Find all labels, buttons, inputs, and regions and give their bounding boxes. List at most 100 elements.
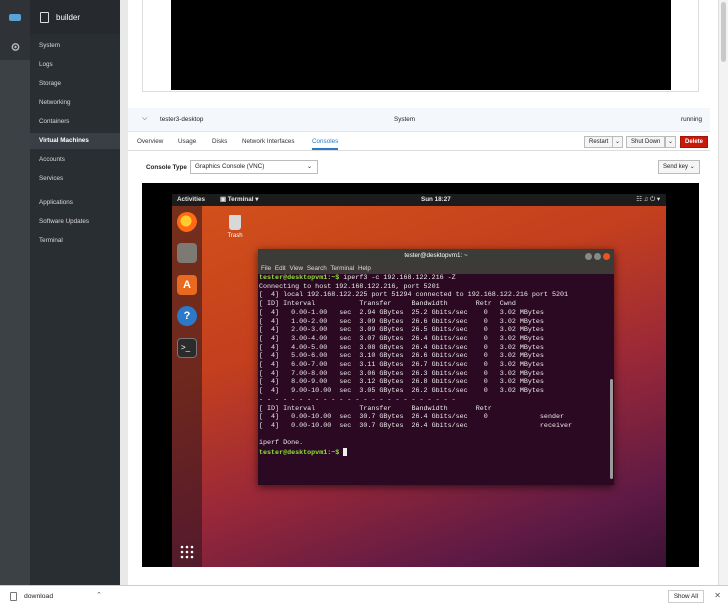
terminal-scrollbar[interactable]	[610, 379, 613, 479]
sidebar-item-containers[interactable]: Containers	[30, 114, 120, 130]
tab-disks[interactable]: Disks	[212, 138, 227, 145]
sidebar: System Logs Storage Networking Container…	[30, 34, 120, 585]
menu-edit[interactable]: Edit	[275, 265, 286, 272]
content-gutter	[120, 0, 128, 585]
guest-clock[interactable]: Sun 18:27	[421, 196, 451, 203]
hosts-button[interactable]	[0, 34, 30, 60]
terminal-cursor	[343, 448, 348, 457]
menu-file[interactable]: File	[261, 265, 271, 272]
file-icon	[10, 592, 17, 601]
chevron-down-icon[interactable]: ⌵	[142, 115, 147, 123]
dashboard-button[interactable]	[0, 0, 30, 34]
download-bar: download ⌃ Show All ✕	[0, 585, 728, 607]
terminal-title: tester@desktopvm1: ~	[404, 252, 468, 259]
console-type-value: Graphics Console (VNC)	[195, 163, 265, 170]
terminal-line: [ 4] 4.00-5.00 sec 3.08 GBytes 26.4 Gbit…	[259, 343, 544, 352]
shutdown-button[interactable]: Shut Down	[626, 136, 666, 148]
download-filename[interactable]: download	[24, 593, 53, 600]
terminal-line: [ 4] 6.00-7.00 sec 3.11 GBytes 26.7 Gbit…	[259, 361, 544, 370]
send-key-label: Send key	[663, 164, 689, 170]
close-icon[interactable]: ✕	[714, 591, 721, 600]
sidebar-item-storage[interactable]: Storage	[30, 76, 120, 92]
sidebar-item-system[interactable]: System	[30, 38, 120, 54]
terminal-output[interactable]: tester@desktopvm1:~$ iperf3 -c 192.168.1…	[258, 274, 614, 458]
tab-overview[interactable]: Overview	[137, 138, 163, 145]
terminal-line: [ 4] 5.00-6.00 sec 3.10 GBytes 26.6 Gbit…	[259, 352, 544, 361]
host-name: builder	[56, 12, 81, 22]
tab-network-interfaces[interactable]: Network Interfaces	[242, 138, 295, 145]
sidebar-item-networking[interactable]: Networking	[30, 95, 120, 111]
shutdown-dropdown-button[interactable]: ⌄	[665, 136, 677, 148]
console-type-select[interactable]: Graphics Console (VNC) ⌄	[190, 160, 318, 174]
terminal-command: iperf3 -c 192.168.122.216 -Z	[339, 274, 456, 282]
send-key-button[interactable]: Send key ⌄	[658, 160, 700, 174]
sidebar-item-applications[interactable]: Applications	[30, 195, 120, 211]
terminal-line: [ 4] local 192.168.122.225 port 51294 co…	[259, 291, 569, 300]
terminal-line: [ ID] Interval Transfer Bandwidth Retr C…	[259, 300, 516, 309]
scrollbar-thumb[interactable]	[721, 2, 726, 62]
sidebar-item-accounts[interactable]: Accounts	[30, 152, 120, 168]
sidebar-item-terminal[interactable]: Terminal	[30, 233, 120, 249]
console-type-label: Console Type	[146, 164, 187, 171]
menu-view[interactable]: View	[290, 265, 304, 272]
terminal-app-menu[interactable]: ▣ Terminal ▾	[220, 196, 258, 203]
terminal-prompt: tester@desktopvm1:~$	[259, 448, 340, 457]
terminal-window[interactable]: tester@desktopvm1: ~ File Edit View Sear…	[258, 249, 614, 485]
terminal-line: [ ID] Interval Transfer Bandwidth Retr	[259, 404, 492, 413]
menu-help[interactable]: Help	[358, 265, 371, 272]
help-icon[interactable]: ?	[177, 306, 197, 326]
system-menu[interactable]: ☷ ♫ ⏻ ▾	[636, 196, 660, 204]
terminal-titlebar[interactable]: tester@desktopvm1: ~	[258, 249, 614, 263]
terminal-line: Connecting to host 192.168.122.216, port…	[259, 282, 440, 291]
activities-button[interactable]: Activities	[177, 196, 205, 203]
terminal-line: iperf Done.	[259, 439, 304, 448]
sidebar-item-software-updates[interactable]: Software Updates	[30, 214, 120, 230]
terminal-line: [ 4] 2.00-3.00 sec 3.09 GBytes 26.5 Gbit…	[259, 326, 544, 335]
firefox-icon[interactable]	[177, 212, 197, 232]
terminal-line: [ 4] 7.00-8.00 sec 3.06 GBytes 26.3 Gbit…	[259, 369, 544, 378]
previous-vm-card	[142, 0, 699, 92]
menu-terminal[interactable]: Terminal	[330, 265, 354, 272]
guest-dock: A ? >_	[172, 206, 202, 567]
app-menu-label: Terminal	[227, 196, 254, 203]
tab-usage[interactable]: Usage	[178, 138, 196, 145]
menu-search[interactable]: Search	[307, 265, 327, 272]
show-applications-icon[interactable]	[179, 544, 195, 560]
software-center-icon[interactable]: A	[177, 275, 197, 295]
chevron-up-icon[interactable]: ⌃	[96, 591, 102, 599]
app-window: builder System Logs Storage Networking C…	[0, 0, 728, 607]
maximize-icon[interactable]	[594, 253, 601, 260]
sidebar-item-virtual-machines[interactable]: Virtual Machines	[30, 133, 120, 149]
trash-icon	[229, 215, 241, 230]
restart-dropdown-button[interactable]: ⌄	[612, 136, 624, 148]
trash-label: Trash	[227, 233, 243, 239]
restart-button[interactable]: Restart	[584, 136, 614, 148]
show-all-button[interactable]: Show All	[667, 590, 704, 603]
terminal-menubar: File Edit View Search Terminal Help	[258, 263, 614, 274]
terminal-line: [ 4] 3.00-4.00 sec 3.07 GBytes 26.4 Gbit…	[259, 334, 544, 343]
minimize-icon[interactable]	[585, 253, 592, 260]
page-scrollbar[interactable]	[718, 0, 728, 585]
sidebar-item-logs[interactable]: Logs	[30, 57, 120, 73]
terminal-line: [ 4] 0.00-10.00 sec 30.7 GBytes 26.4 Gbi…	[259, 421, 573, 430]
terminal-line: - - - - - - - - - - - - - - - - - - - - …	[259, 395, 456, 404]
trash-desktop-icon[interactable]: Trash	[224, 215, 246, 249]
host-header[interactable]: builder	[30, 0, 120, 34]
terminal-line: [ 4] 1.00-2.00 sec 3.09 GBytes 26.6 Gbit…	[259, 317, 544, 326]
terminal-line: [ 4] 8.00-9.00 sec 3.12 GBytes 26.8 Gbit…	[259, 378, 544, 387]
server-icon	[40, 11, 49, 23]
close-icon[interactable]	[603, 253, 610, 260]
terminal-icon[interactable]: >_	[177, 338, 197, 358]
terminal-line: [ 4] 9.00-10.00 sec 3.05 GBytes 26.2 Gbi…	[259, 387, 544, 396]
dashboard-icon	[9, 13, 21, 21]
host-icon-column	[0, 34, 30, 585]
previous-vm-console[interactable]	[171, 0, 671, 90]
chevron-down-icon: ⌄	[306, 163, 312, 170]
tab-consoles[interactable]: Consoles	[312, 138, 339, 150]
guest-top-bar: Activities ▣ Terminal ▾ Sun 18:27 ☷ ♫ ⏻ …	[172, 194, 666, 206]
sidebar-item-services[interactable]: Services	[30, 171, 120, 187]
terminal-prompt: tester@desktopvm1:~$	[259, 274, 340, 282]
delete-button[interactable]: Delete	[680, 136, 709, 148]
files-icon[interactable]	[177, 243, 197, 263]
vm-row[interactable]: ⌵ tester3-desktop System running	[128, 108, 710, 132]
